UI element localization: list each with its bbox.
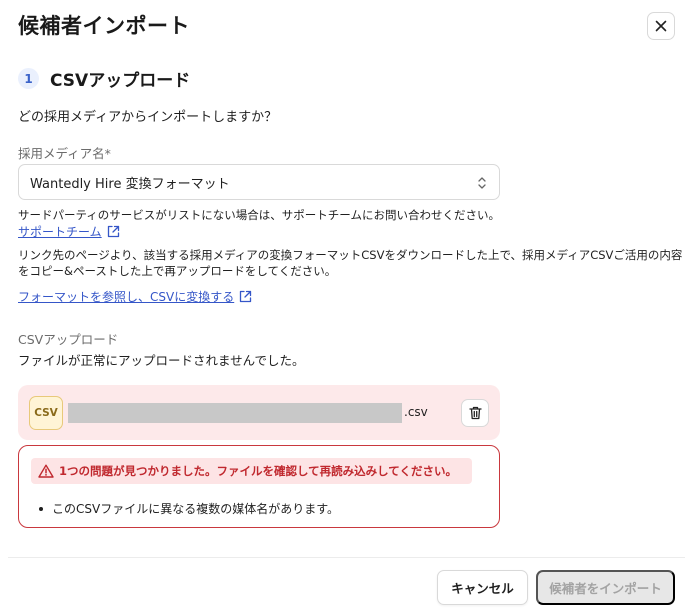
external-link-icon <box>107 225 119 238</box>
error-panel: 1つの問題が見つかりました。ファイルを確認して再読み込みしてください。 このCS… <box>18 445 500 528</box>
close-icon <box>655 20 667 32</box>
error-heading: 1つの問題が見つかりました。ファイルを確認して再読み込みしてください。 <box>31 458 472 484</box>
trash-icon <box>468 406 482 420</box>
upload-status-message: ファイルが正常にアップロードされませんでした。 <box>18 353 305 368</box>
uploaded-file-card: CSV .csv <box>18 385 500 440</box>
error-item-text: このCSVファイルに異なる複数の媒体名があります。 <box>52 502 340 516</box>
error-list-item: このCSVファイルに異なる複数の媒体名があります。 <box>39 500 339 517</box>
support-team-link-label: サポートチーム <box>18 225 102 239</box>
csv-file-icon: CSV <box>29 396 63 430</box>
step-number-badge: 1 <box>18 68 39 89</box>
footer-divider <box>8 557 685 558</box>
step-title: CSVアップロード <box>50 71 191 91</box>
dialog-title: 候補者インポート <box>18 14 190 38</box>
import-candidates-button[interactable]: 候補者をインポート <box>536 570 675 605</box>
chevron-up-down-icon <box>478 177 486 189</box>
error-heading-text: 1つの問題が見つかりました。ファイルを確認して再読み込みしてください。 <box>59 464 457 478</box>
support-team-link[interactable]: サポートチーム <box>18 223 120 240</box>
cancel-button[interactable]: キャンセル <box>437 570 528 605</box>
csv-upload-label: CSVアップロード <box>18 332 119 347</box>
media-select[interactable]: Wantedly Hire 変換フォーマット <box>18 164 500 200</box>
format-reference-link[interactable]: フォーマットを参照し、CSVに変換する <box>18 288 252 305</box>
warning-icon <box>38 464 54 478</box>
format-reference-link-label: フォーマットを参照し、CSVに変換する <box>18 290 235 304</box>
help-text: サードパーティのサービスがリストにない場合は、サポートチームにお問い合わせくださ… <box>18 208 500 222</box>
media-field-label: 採用メディア名* <box>18 146 111 161</box>
file-name-redacted <box>68 403 402 423</box>
close-button[interactable] <box>647 12 675 40</box>
bullet-dot <box>39 506 43 511</box>
external-link-icon <box>240 290 252 303</box>
media-select-value: Wantedly Hire 変換フォーマット <box>30 176 230 192</box>
file-extension: .csv <box>404 405 428 419</box>
instruction-text: リンク先のページより、該当する採用メディアの変換フォーマットCSVをダウンロード… <box>18 248 683 278</box>
import-question: どの採用メディアからインポートしますか？ <box>18 110 278 125</box>
delete-file-button[interactable] <box>461 399 489 427</box>
